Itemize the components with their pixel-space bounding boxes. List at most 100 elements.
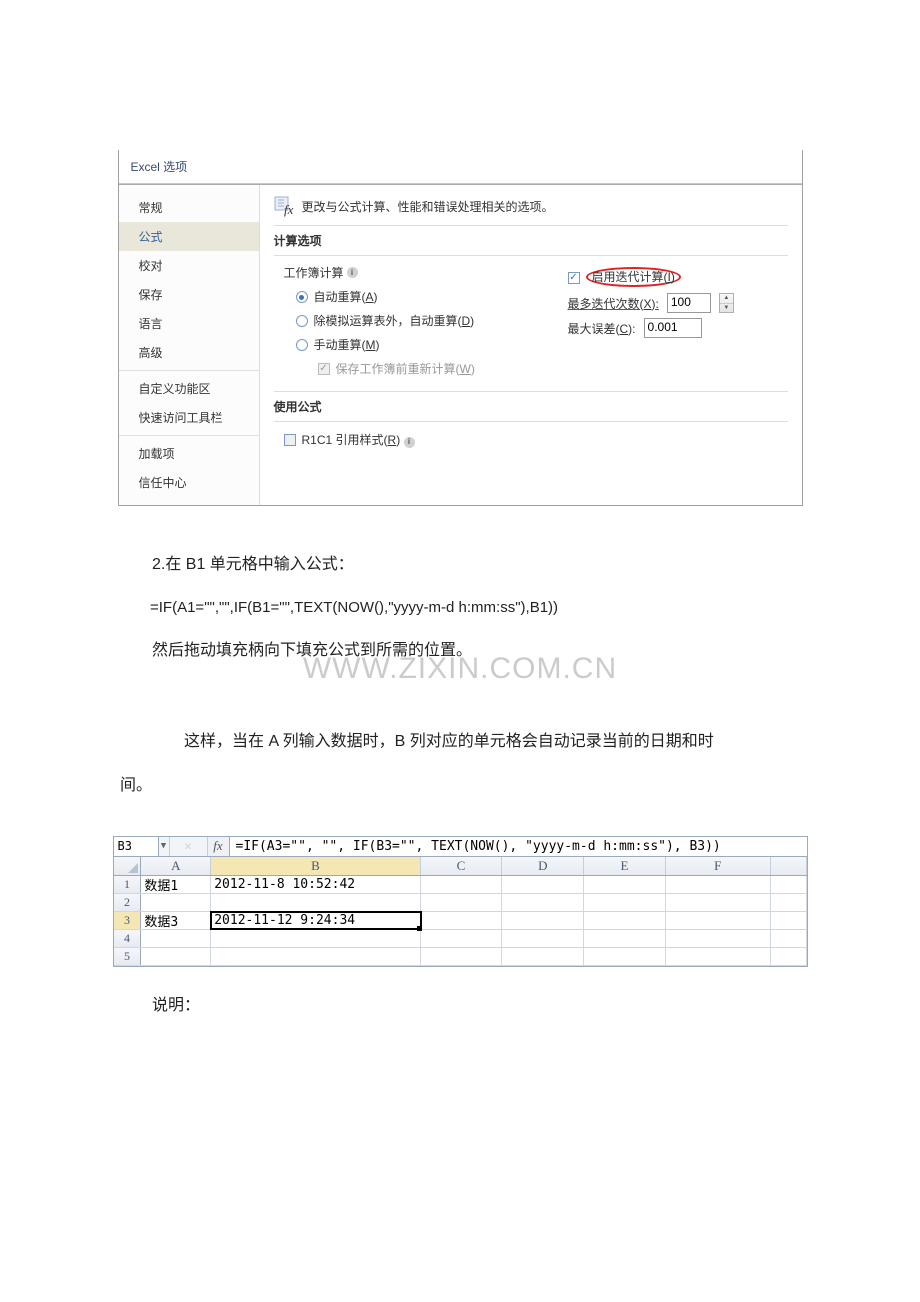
sidebar-item-language[interactable]: 语言 [119,309,259,338]
max-change-row: 最大误差(C): 0.001 [568,318,788,338]
cell-g1[interactable] [771,876,807,893]
column-headers: A B C D E F [114,857,807,876]
max-iter-input[interactable]: 100 [667,293,711,313]
sidebar-item-addins[interactable]: 加载项 [119,439,259,468]
check-recalc-before-save: ✓ 保存工作簿前重新计算(W) [318,359,548,379]
cell-c4[interactable] [421,930,503,947]
cell-b5[interactable] [211,948,420,965]
cell-d4[interactable] [502,930,584,947]
cell-f1[interactable] [666,876,771,893]
max-iter-label: 最多迭代次数(X): [568,295,659,312]
col-header-c[interactable]: C [421,857,503,875]
row-header[interactable]: 2 [114,894,142,911]
check-r1c1[interactable]: R1C1 引用样式(R) i [284,430,788,450]
cell-f3[interactable] [666,912,771,929]
info-icon[interactable]: i [347,267,358,278]
sidebar-item-ribbon[interactable]: 自定义功能区 [119,374,259,403]
cell-e4[interactable] [584,930,666,947]
cell-b4[interactable] [211,930,420,947]
cell-a1[interactable]: 数据1 [141,876,211,893]
sidebar-item-general[interactable]: 常规 [119,193,259,222]
radio-icon [296,339,308,351]
cell-d2[interactable] [502,894,584,911]
cell-e3[interactable] [584,912,666,929]
paragraph-note: 说明： [120,987,800,1025]
col-header-a[interactable]: A [141,857,211,875]
sidebar-divider [119,435,259,436]
cell-b3-active[interactable]: 2012-11-12 9:24:34 [211,912,420,929]
cell-g2[interactable] [771,894,807,911]
cell-a4[interactable] [141,930,211,947]
row-header[interactable]: 3 [114,912,142,929]
cell-b2[interactable] [211,894,420,911]
info-icon[interactable]: i [404,437,415,448]
sidebar-label: 加载项 [139,447,175,461]
cell-c1[interactable] [421,876,503,893]
col-header-g[interactable] [771,857,807,875]
sidebar-item-proof[interactable]: 校对 [119,251,259,280]
radio-auto[interactable]: 自动重算(A) [296,287,548,307]
cell-g4[interactable] [771,930,807,947]
formula-text: =IF(A1="","",IF(B1="",TEXT(NOW(),"yyyy-m… [120,590,800,626]
formula-input[interactable]: =IF(A3="", "", IF(B3="", TEXT(NOW(), "yy… [230,837,807,856]
cancel-icon[interactable]: ✕ [184,839,192,854]
col-header-e[interactable]: E [584,857,666,875]
options-sidebar: 常规 公式 校对 保存 语言 高级 自定义功能区 快速访问工具栏 加载项 信任中… [119,185,259,505]
select-all-corner[interactable] [114,857,142,875]
checkbox-icon: ✓ [568,272,580,284]
cell-e2[interactable] [584,894,666,911]
cell-a2[interactable] [141,894,211,911]
cell-g5[interactable] [771,948,807,965]
cell-f5[interactable] [666,948,771,965]
cell-e1[interactable] [584,876,666,893]
cell-c2[interactable] [421,894,503,911]
max-change-input[interactable]: 0.001 [644,318,702,338]
cell-c5[interactable] [421,948,503,965]
namebox-dropdown-icon[interactable]: ▼ [159,837,170,856]
spinner-up-icon[interactable]: ▲ [720,294,733,304]
sidebar-item-qat[interactable]: 快速访问工具栏 [119,403,259,432]
cell-e5[interactable] [584,948,666,965]
sidebar-label: 高级 [139,346,163,360]
cell-c3[interactable] [421,912,503,929]
spinner-down-icon[interactable]: ▼ [720,304,733,313]
radio-manual[interactable]: 手动重算(M) [296,335,548,355]
document-body: 2.在 B1 单元格中输入公式： =IF(A1="","",IF(B1="",T… [120,546,800,806]
sidebar-item-formula[interactable]: 公式 [119,222,259,251]
cell-d1[interactable] [502,876,584,893]
check-label: 启用迭代计算(I) [586,268,681,288]
sidebar-item-trust[interactable]: 信任中心 [119,468,259,497]
radio-except-tables[interactable]: 除模拟运算表外，自动重算(D) [296,311,548,331]
table-row: 4 [114,930,807,948]
cell-f2[interactable] [666,894,771,911]
checkbox-icon [284,434,296,446]
col-header-d[interactable]: D [502,857,584,875]
table-row: 3 数据3 2012-11-12 9:24:34 [114,912,807,930]
col-header-b[interactable]: B [211,857,420,875]
cell-g3[interactable] [771,912,807,929]
fx-icon[interactable]: fx [208,837,230,856]
sidebar-item-save[interactable]: 保存 [119,280,259,309]
row-header[interactable]: 4 [114,930,142,947]
spinner[interactable]: ▲▼ [719,293,734,313]
name-box[interactable]: B3 [114,837,159,856]
radio-icon [296,291,308,303]
paragraph-step2: 2.在 B1 单元格中输入公式： [120,546,800,584]
cell-b1[interactable]: 2012-11-8 10:52:42 [211,876,420,893]
cell-a3[interactable]: 数据3 [141,912,211,929]
radio-icon [296,315,308,327]
spreadsheet: B3 ▼ ✕ fx =IF(A3="", "", IF(B3="", TEXT(… [113,836,808,967]
sidebar-item-advanced[interactable]: 高级 [119,338,259,367]
cell-d5[interactable] [502,948,584,965]
paragraph-result: 这样，当在 A 列输入数据时，B 列对应的单元格会自动记录当前的日期和时 [120,723,800,761]
cell-f4[interactable] [666,930,771,947]
row-header[interactable]: 1 [114,876,142,893]
formula-bar-buttons: ✕ [170,837,208,856]
check-enable-iter[interactable]: ✓ 启用迭代计算(I) [568,268,788,288]
cell-d3[interactable] [502,912,584,929]
row-header[interactable]: 5 [114,948,142,965]
cell-a5[interactable] [141,948,211,965]
col-header-f[interactable]: F [666,857,771,875]
sidebar-label: 快速访问工具栏 [139,411,223,425]
table-row: 1 数据1 2012-11-8 10:52:42 [114,876,807,894]
